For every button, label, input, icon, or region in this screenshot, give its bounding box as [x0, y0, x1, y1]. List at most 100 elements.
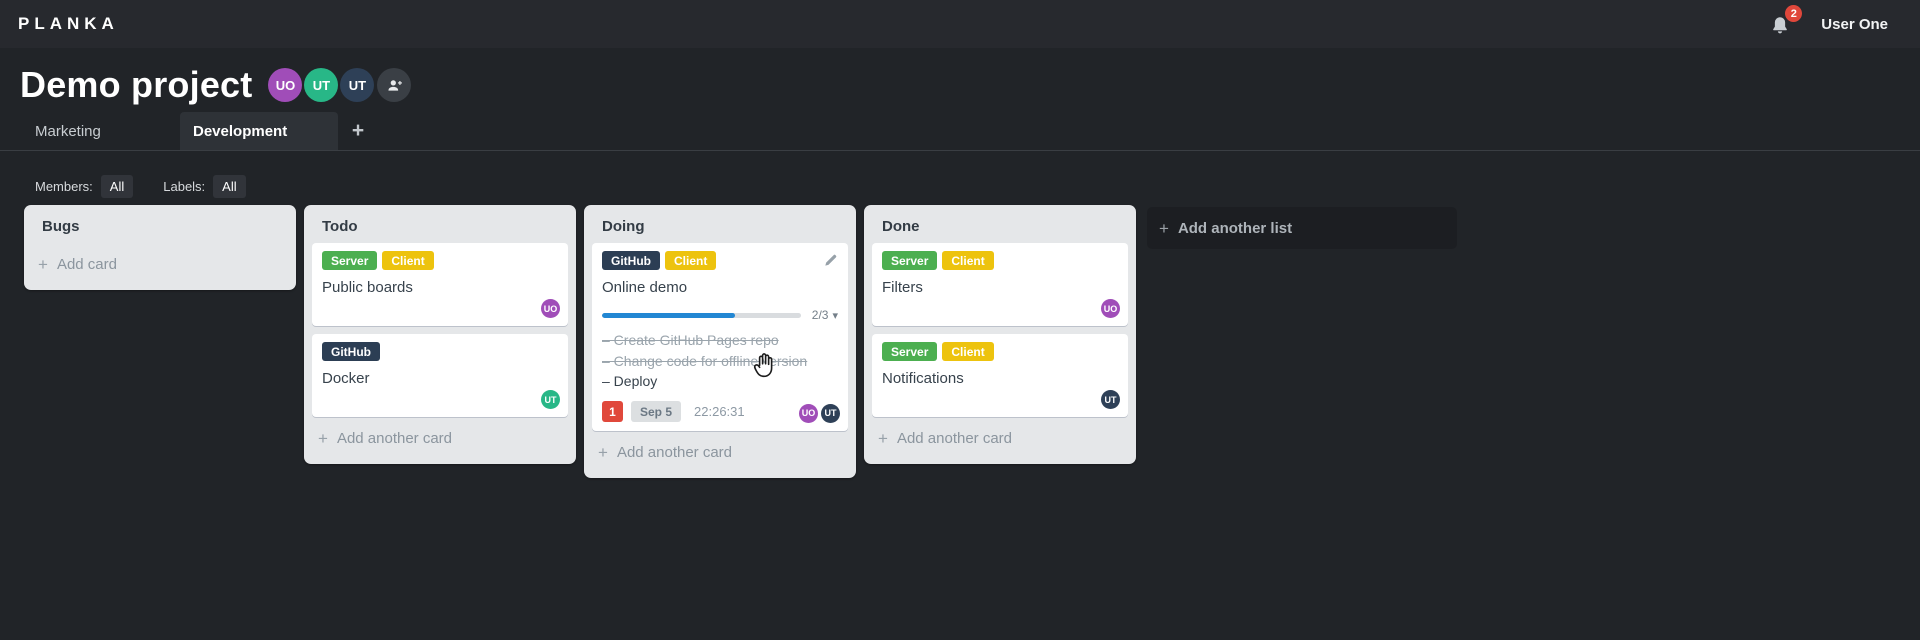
- checklist-item: – Deploy: [602, 373, 658, 389]
- cards-container: GitHub Client Online demo 2/3 ▾ – Create GitH…: [584, 243, 856, 431]
- project-title: Demo project: [20, 64, 253, 105]
- project-header: Demo project UO UT UT: [0, 48, 1920, 112]
- add-list-label: Add another list: [1177, 219, 1293, 237]
- checklist-progress-label: 2/3: [811, 308, 829, 322]
- add-card-label: Add another card: [336, 430, 453, 447]
- plus-icon: +: [598, 442, 608, 462]
- add-card-label: Add card: [56, 256, 117, 273]
- checklist-item: – Create GitHub Pages repo: [602, 332, 779, 348]
- add-board-button[interactable]: +: [338, 112, 378, 150]
- card-public-boards[interactable]: Server Client Public boards UO: [312, 243, 568, 326]
- plus-icon: +: [318, 429, 328, 448]
- list-header: Done: [864, 205, 1136, 243]
- card-title: Public boards: [322, 279, 413, 296]
- list-bugs: Bugs + Add card: [24, 205, 296, 290]
- add-card-label: Add another card: [616, 443, 733, 461]
- add-card-button[interactable]: + Add another card: [584, 431, 856, 476]
- chevron-down-icon[interactable]: ▾: [832, 309, 838, 322]
- card-title: Docker: [322, 370, 370, 387]
- list-title: Doing: [602, 218, 645, 235]
- label-chip-github: GitHub: [602, 251, 660, 270]
- label-chip-github: GitHub: [322, 342, 380, 361]
- card-members: UT: [541, 390, 560, 409]
- card-labels: Server Client: [322, 251, 558, 270]
- label-chip-client: Client: [942, 342, 994, 361]
- list-done: Done Server Client Filters UO Server Client Not…: [864, 205, 1136, 464]
- list-doing: Doing GitHub Client Online demo 2/3 ▾ – Create…: [584, 205, 856, 478]
- card-labels: Server Client: [882, 251, 1118, 270]
- person-add-icon: [388, 79, 402, 91]
- checklist-items: – Create GitHub Pages repo – Change code …: [602, 330, 838, 392]
- label-chip-client: Client: [382, 251, 434, 270]
- card-docker[interactable]: GitHub Docker UT: [312, 334, 568, 417]
- list-todo: Todo Server Client Public boards UO GitHub Doc…: [304, 205, 576, 464]
- card-labels: GitHub Client: [602, 251, 838, 270]
- due-date-badge[interactable]: Sep 5: [631, 401, 682, 422]
- card-member-avatar[interactable]: UT: [541, 390, 560, 409]
- project-members: UO UT UT: [266, 68, 412, 102]
- card-member-avatar[interactable]: UO: [541, 299, 560, 318]
- plus-icon: +: [878, 429, 888, 448]
- card-member-avatar[interactable]: UT: [821, 403, 840, 423]
- card-online-demo[interactable]: GitHub Client Online demo 2/3 ▾ – Create GitH…: [592, 243, 848, 431]
- add-card-button[interactable]: + Add card: [24, 243, 296, 288]
- card-notification-badge: 1: [602, 401, 623, 422]
- topbar: PLANKA 2 User One: [0, 0, 1920, 48]
- pencil-icon: [825, 254, 837, 266]
- list-header: Todo: [304, 205, 576, 243]
- card-labels: Server Client: [882, 342, 1118, 361]
- label-chip-client: Client: [942, 251, 994, 270]
- plus-icon: +: [1159, 218, 1169, 238]
- filter-bar: Members: All Labels: All: [0, 151, 1920, 205]
- card-filters[interactable]: Server Client Filters UO: [872, 243, 1128, 326]
- topbar-right: 2 User One: [1769, 5, 1888, 36]
- checklist-item: – Change code for offline version: [602, 352, 808, 369]
- list-title: Done: [882, 218, 920, 235]
- tab-marketing[interactable]: Marketing: [22, 112, 180, 150]
- list-title: Todo: [322, 218, 358, 235]
- card-member-avatar[interactable]: UO: [799, 403, 818, 423]
- planka-logo: PLANKA: [18, 14, 119, 33]
- card-members: UO UT: [799, 403, 840, 423]
- list-header: Doing: [584, 205, 856, 243]
- filter-labels-label: Labels:: [163, 179, 206, 194]
- card-notifications[interactable]: Server Client Notifications UT: [872, 334, 1128, 417]
- add-list-button[interactable]: + Add another list: [1147, 207, 1457, 249]
- card-members: UO: [541, 299, 560, 318]
- notification-count-badge: 2: [1785, 5, 1803, 22]
- project-member-avatar[interactable]: UO: [268, 68, 303, 102]
- label-chip-server: Server: [322, 251, 378, 270]
- timer-label: 22:26:31: [694, 404, 745, 419]
- card-title: Notifications: [882, 370, 964, 387]
- label-chip-server: Server: [882, 251, 938, 270]
- add-member-button[interactable]: [377, 68, 412, 102]
- project-member-avatar[interactable]: UT: [304, 68, 339, 102]
- card-members: UO: [1101, 299, 1120, 318]
- card-labels: GitHub: [322, 342, 558, 361]
- list-header: Bugs: [24, 205, 296, 243]
- checklist-progress-bar: [602, 312, 801, 318]
- card-member-avatar[interactable]: UT: [1101, 390, 1120, 409]
- add-card-button[interactable]: + Add another card: [304, 417, 576, 462]
- user-menu[interactable]: User One: [1821, 16, 1888, 33]
- checklist-progress: 2/3 ▾: [602, 308, 838, 322]
- checklist-progress-fill: [602, 312, 735, 318]
- board: Bugs + Add card Todo Server Client Public boar…: [0, 205, 1920, 478]
- add-card-button[interactable]: + Add another card: [864, 417, 1136, 462]
- list-title: Bugs: [42, 218, 80, 235]
- filter-labels-value[interactable]: All: [213, 175, 246, 198]
- add-card-label: Add another card: [896, 430, 1013, 447]
- card-members: UT: [1101, 390, 1120, 409]
- cards-container: Server Client Public boards UO GitHub Docker U…: [304, 243, 576, 417]
- notifications-button[interactable]: 2: [1769, 5, 1803, 36]
- tab-development[interactable]: Development: [180, 112, 338, 150]
- card-title: Filters: [882, 279, 923, 296]
- edit-card-button[interactable]: [823, 252, 839, 268]
- card-member-avatar[interactable]: UO: [1101, 299, 1120, 318]
- plus-icon: +: [38, 255, 48, 274]
- project-member-avatar[interactable]: UT: [340, 68, 375, 102]
- cards-container: Server Client Filters UO Server Client Notific…: [864, 243, 1136, 417]
- label-chip-server: Server: [882, 342, 938, 361]
- filter-members-value[interactable]: All: [100, 175, 134, 198]
- board-tabs: Marketing Development +: [22, 112, 1920, 150]
